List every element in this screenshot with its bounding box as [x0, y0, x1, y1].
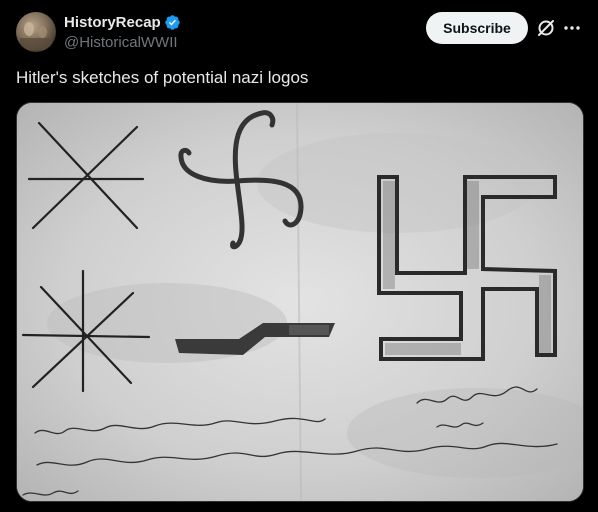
post-header: HistoryRecap @HistoricalWWII Subscribe — [16, 12, 582, 52]
post-text: Hitler's sketches of potential nazi logo… — [16, 68, 309, 87]
display-name-row: HistoryRecap — [64, 12, 181, 32]
post-media-image[interactable] — [16, 102, 584, 502]
display-name[interactable]: HistoryRecap — [64, 14, 161, 31]
sketch-image — [17, 103, 583, 501]
author-handle[interactable]: @HistoricalWWII — [64, 34, 181, 51]
subscribe-button[interactable]: Subscribe — [426, 12, 528, 44]
more-options-icon[interactable] — [562, 18, 582, 38]
author-info: HistoryRecap @HistoricalWWII — [64, 12, 181, 51]
avatar[interactable] — [16, 12, 56, 52]
grok-icon[interactable] — [536, 18, 556, 38]
verified-badge-icon — [164, 14, 181, 31]
